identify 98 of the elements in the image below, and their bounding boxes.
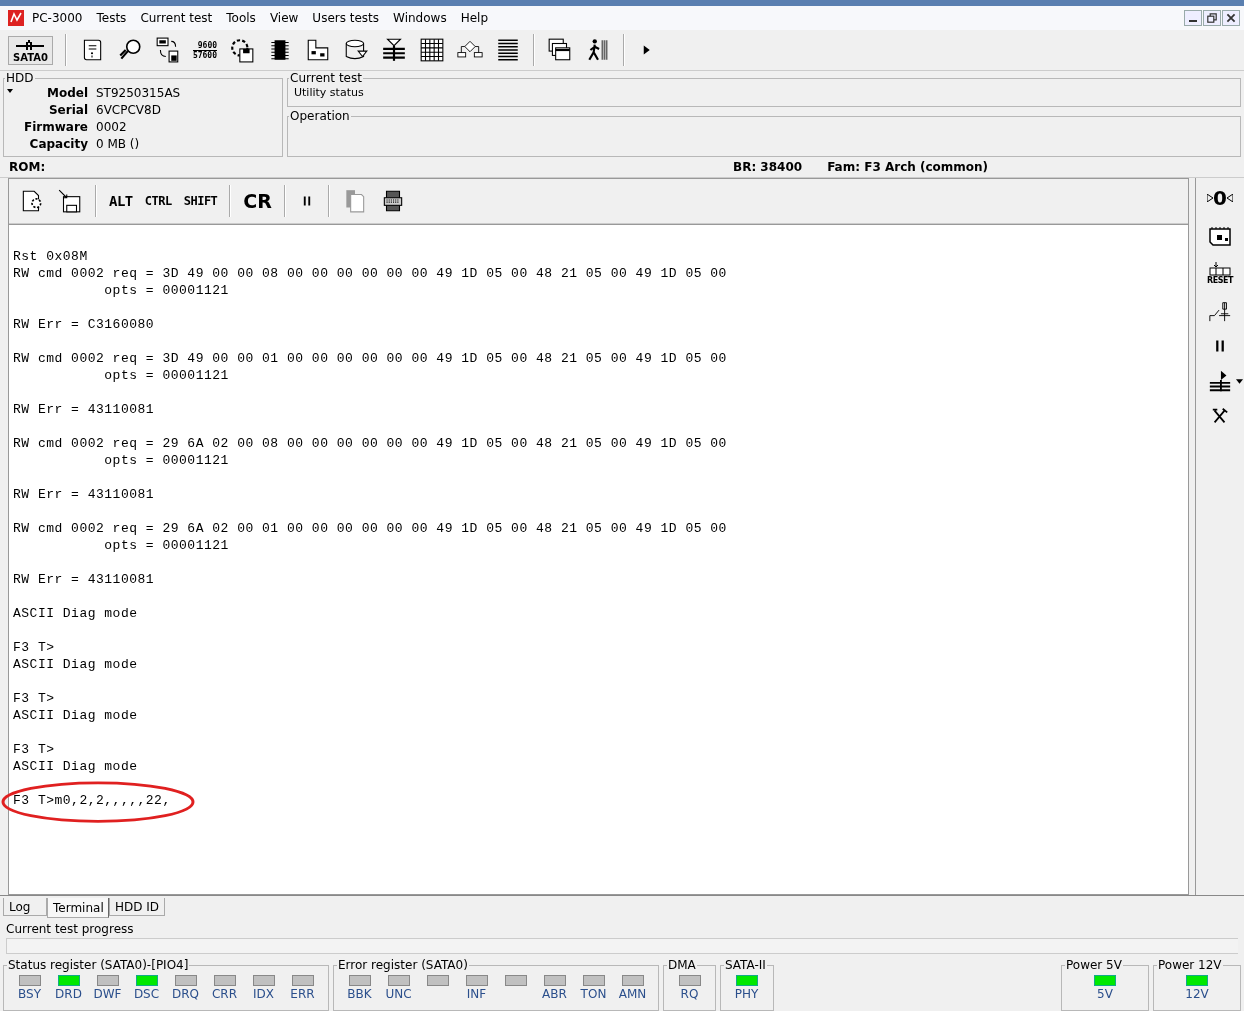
tab[interactable]: Terminal (47, 898, 109, 918)
app-logo-icon (8, 10, 24, 26)
panel-title: Power 12V (1157, 958, 1223, 972)
progress-label: Current test progress (6, 922, 135, 936)
terminal-line: RW cmd 0002 req = 29 6A 02 00 01 00 00 00 00 00 00 49 1D 05 00 48 21 05 00 49 1D 05 00 (13, 521, 727, 536)
menu-item[interactable]: Users tests (312, 11, 387, 25)
tab[interactable]: HDD ID (109, 898, 166, 916)
terminal-line: opts = 00001121 (103, 283, 229, 298)
panel-title: Status register (SATA0)-[PIO4] (7, 958, 190, 972)
panel-title: DMA (667, 958, 697, 972)
terminal-line: Rst 0x08M (13, 249, 88, 264)
terminal-line: RW cmd 0002 req = 29 6A 02 00 08 00 00 00 00 00 00 49 1D 05 00 48 21 05 00 49 1D 05 00 (13, 436, 727, 451)
led-label: ABR (542, 986, 567, 1002)
close-button[interactable] (1222, 10, 1240, 26)
panel-title: SATA-II (724, 958, 767, 972)
minimize-button[interactable] (1184, 10, 1202, 26)
field-value: 0002 (96, 119, 128, 135)
stack-icon[interactable] (381, 37, 407, 63)
menu-item[interactable]: Help (460, 11, 495, 25)
field-label: Capacity (28, 136, 88, 152)
terminal-line: RW Err = 43110081 (13, 487, 155, 502)
cr-button[interactable]: CR (243, 190, 272, 212)
minimize-icon (1186, 20, 1200, 22)
led-label: AMN (618, 986, 647, 1002)
panel-title: HDD (5, 71, 35, 85)
switch-icon[interactable] (1207, 299, 1233, 323)
grid-icon[interactable] (419, 37, 445, 63)
terminal-line: opts = 00001121 (103, 538, 229, 553)
terminal-line: F3 T> (13, 640, 55, 655)
current-test-value: Utility status (293, 86, 364, 99)
led-label: BBK (347, 986, 372, 1002)
restore-icon (1205, 12, 1219, 24)
terminal-line: opts = 00001121 (103, 453, 229, 468)
modifier-key-button[interactable]: ALT (109, 193, 133, 209)
windows-icon[interactable] (547, 37, 573, 63)
restore-button[interactable] (1203, 10, 1221, 26)
field-value: 0 MB () (96, 136, 141, 152)
terminal-line: RW Err = 43110081 (13, 402, 155, 417)
computer-transfer-icon[interactable] (154, 37, 181, 63)
led-label: TON (580, 986, 607, 1002)
terminal-line: RW cmd 0002 req = 3D 49 00 00 08 00 00 00 00 00 00 49 1D 05 00 48 21 05 00 49 1D 05 00 (13, 266, 727, 281)
rom-label: ROM: (9, 160, 47, 174)
terminal-line: RW cmd 0002 req = 3D 49 00 00 01 00 00 00 00 00 00 49 1D 05 00 48 21 05 00 49 1D 05 00 (13, 351, 727, 366)
terminal-line: ASCII Diag mode (13, 606, 138, 621)
menu-item[interactable]: Current test (140, 11, 220, 25)
terminal-line: RW Err = 43110081 (13, 572, 155, 587)
led-label: PHY (734, 986, 759, 1002)
field-label: Firmware (23, 119, 88, 135)
field-value: 6VCPCV8D (96, 102, 162, 118)
led-label: RQ (680, 986, 699, 1002)
panel-title: Current test (289, 71, 363, 85)
terminal-line: RW Err = C3160080 (13, 317, 155, 332)
led-label: DSC (133, 986, 160, 1002)
led-label: INF (466, 986, 487, 1002)
menu-item[interactable]: Tools (226, 11, 263, 25)
field-value: ST9250315AS (96, 85, 182, 101)
led-label: BSY (18, 986, 41, 1002)
led-label: 5V (1097, 986, 1113, 1002)
led-label: 12V (1185, 986, 1209, 1002)
port-button[interactable]: SATA0 (8, 35, 53, 65)
terminal-line: F3 T>m0,2,2,,,,,22, (13, 793, 171, 808)
terminal-line: ASCII Diag mode (13, 759, 138, 774)
modifier-key-button[interactable]: SHIFT (183, 194, 218, 208)
menu-item[interactable]: Tests (96, 11, 134, 25)
stack-play-icon[interactable] (1207, 369, 1233, 393)
panel-title: Operation (289, 109, 351, 123)
close-icon (1224, 12, 1238, 24)
circuit-board-icon[interactable] (305, 37, 331, 63)
circuit-board-icon[interactable] (1207, 224, 1233, 248)
connector-icon (15, 39, 46, 52)
gear-floppy-icon[interactable] (229, 37, 255, 63)
terminal-line: F3 T> (13, 691, 55, 706)
panel-title: Error register (SATA0) (337, 958, 469, 972)
terminal-line: F3 T> (13, 742, 55, 757)
led-label: CRR (211, 986, 238, 1002)
menu-item[interactable]: Windows (393, 11, 454, 25)
led-label: IDX (253, 986, 274, 1002)
led-label: DRD (55, 986, 82, 1002)
dropdown-arrow-icon[interactable] (7, 89, 13, 93)
app-title: PC-3000 (32, 11, 84, 25)
led-label: DWF (93, 986, 122, 1002)
family-label: Fam: F3 Arch (common) (827, 160, 989, 174)
list-lines-icon[interactable] (495, 37, 521, 63)
terminal-line: opts = 00001121 (103, 368, 229, 383)
led-label: DRQ (172, 986, 199, 1002)
field-label: Serial (47, 102, 88, 118)
terminal-line: ASCII Diag mode (13, 708, 138, 723)
field-label: Model (45, 85, 88, 101)
panel-title: Power 5V (1065, 958, 1123, 972)
baud-rate-label: BR: 38400 (733, 160, 803, 174)
tab[interactable]: Log (3, 898, 47, 916)
led-label: UNC (385, 986, 412, 1002)
dropdown-arrow-icon[interactable] (1236, 378, 1243, 384)
led-label: ERR (290, 986, 315, 1002)
terminal-line: ASCII Diag mode (13, 657, 138, 672)
modifier-key-button[interactable]: CTRL (144, 194, 172, 208)
menu-item[interactable]: View (269, 11, 306, 25)
floppy-import-icon[interactable] (57, 188, 83, 214)
